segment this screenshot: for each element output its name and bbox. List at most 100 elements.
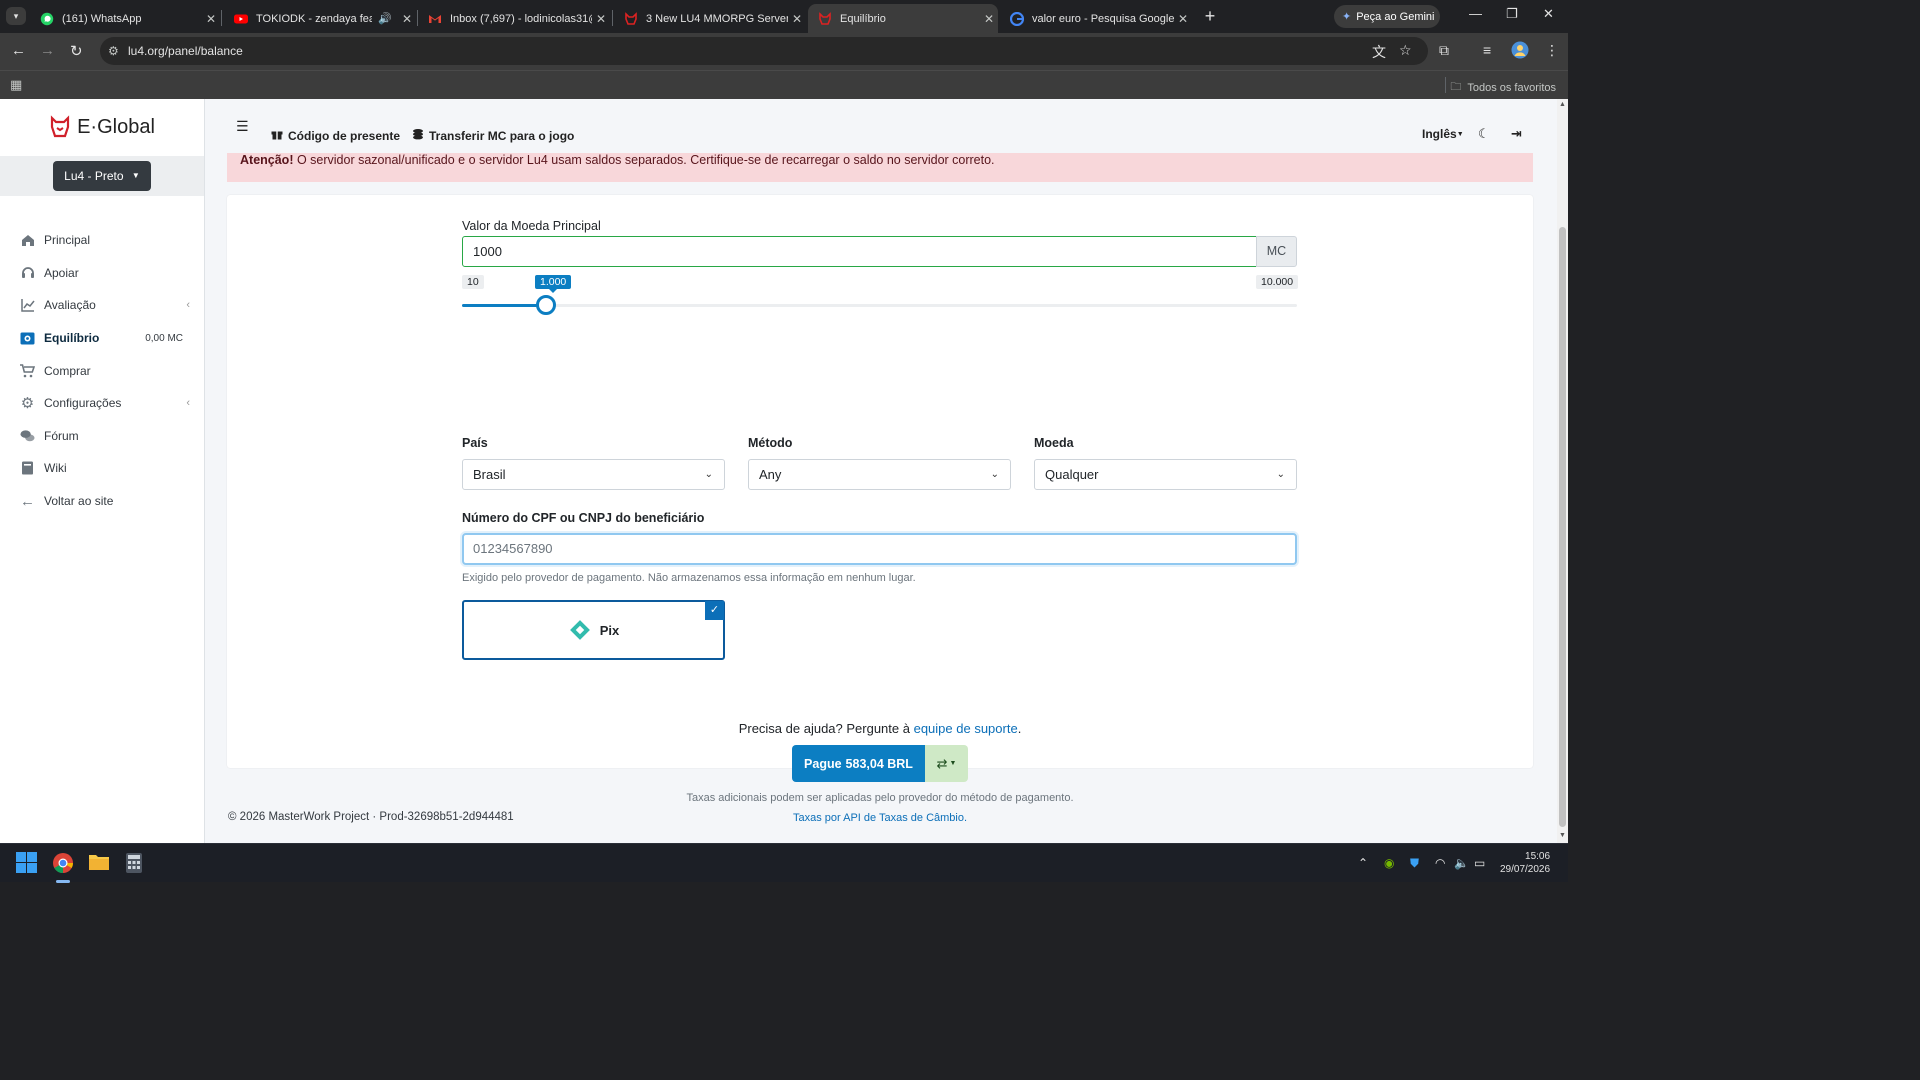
bookmark-star-icon[interactable]: ☆ [1399, 42, 1412, 59]
sidebar-item-apoiar[interactable]: Apoiar [0, 257, 204, 290]
tab-search-button[interactable]: ▾ [6, 7, 26, 25]
sidebar-item-avaliacao[interactable]: Avaliação ‹ [0, 289, 204, 322]
currency-select[interactable]: Qualquer ⌄ [1034, 459, 1297, 490]
tab-close-icon[interactable]: ✕ [202, 12, 220, 26]
translate-icon[interactable]: 文 [1372, 42, 1386, 62]
logout-icon[interactable]: ⇥ [1511, 126, 1522, 142]
system-clock[interactable]: 15:06 29/07/2026 [1500, 850, 1550, 876]
pix-icon [569, 620, 590, 640]
tab-close-icon[interactable]: ✕ [398, 12, 416, 26]
cpf-help-text: Exigido pelo provedor de pagamento. Não … [462, 572, 916, 584]
sidebar-nav: Principal Apoiar Avaliação ‹ Equilíbrio … [0, 224, 204, 517]
browser-menu-icon[interactable]: ⋮ [1545, 42, 1559, 59]
google-icon [1009, 11, 1025, 26]
pay-button[interactable]: Pague 583,04 BRL [792, 745, 925, 782]
range-current-label: 1.000 [535, 275, 572, 293]
scrollbar-thumb[interactable] [1559, 227, 1566, 827]
new-tab-button[interactable]: + [1200, 6, 1220, 26]
gear-icon: ⚙ [20, 395, 35, 413]
close-window-icon[interactable]: ✕ [1543, 6, 1554, 22]
file-explorer-icon[interactable] [88, 852, 110, 874]
amount-input[interactable]: 1000 [462, 236, 1257, 267]
sidebar-item-equilibrio[interactable]: Equilíbrio 0,00 MC [0, 322, 204, 355]
payment-method-pix[interactable]: Pix ✓ [462, 600, 725, 660]
address-bar[interactable]: ⚙ lu4.org/panel/balance [100, 37, 1428, 65]
tab-close-icon[interactable]: ✕ [788, 12, 806, 26]
tab-close-icon[interactable]: ✕ [1174, 12, 1192, 26]
sidebar-item-principal[interactable]: Principal [0, 224, 204, 257]
support-team-link[interactable]: equipe de suporte [914, 721, 1018, 736]
audio-playing-icon[interactable]: 🔊 [378, 12, 392, 25]
sidebar-item-forum[interactable]: Fórum [0, 420, 204, 453]
minimize-icon[interactable]: — [1469, 6, 1482, 21]
gmail-icon [428, 12, 442, 26]
tab-google[interactable]: valor euro - Pesquisa Google ✕ [1000, 4, 1192, 33]
transfer-mc-link[interactable]: Transferir MC para o jogo [412, 128, 574, 143]
pay-button-group: Pague 583,04 BRL ⇄ ▼ [792, 745, 968, 782]
currency-swap-dropdown[interactable]: ⇄ ▼ [925, 745, 968, 782]
brand-logo-icon [50, 114, 70, 137]
tab-lu4-servers[interactable]: 3 New LU4 MMORPG Servers - ✕ [614, 4, 806, 33]
sidebar-item-wiki[interactable]: Wiki [0, 452, 204, 485]
extensions-icon[interactable]: ⧉ [1439, 42, 1449, 59]
reload-icon[interactable]: ↻ [70, 42, 83, 60]
dark-mode-moon-icon[interactable]: ☾ [1478, 126, 1490, 142]
tab-close-icon[interactable]: ✕ [980, 12, 998, 26]
warning-alert: Atenção! O servidor sazonal/unificado e … [227, 153, 1533, 182]
profile-avatar-icon[interactable] [1511, 41, 1529, 62]
gemini-button[interactable]: ✦ Peça ao Gemini [1334, 5, 1440, 28]
country-select[interactable]: Brasil ⌄ [462, 459, 725, 490]
defender-icon[interactable]: ⛊ [1410, 856, 1419, 871]
back-icon[interactable]: ← [11, 42, 26, 59]
server-selector: Lu4 - Preto ▼ [0, 156, 204, 196]
balance-card: Valor da Moeda Principal 1000 MC 10 1.00… [227, 195, 1533, 824]
chart-line-icon [20, 298, 35, 313]
nvidia-icon[interactable]: ◉ [1384, 856, 1394, 870]
browser-toolbar: ← → ↻ ⚙ lu4.org/panel/balance 文 ☆ ⧉ ≡ ⋮ [0, 33, 1568, 70]
method-select[interactable]: Any ⌄ [748, 459, 1011, 490]
windows-start-icon[interactable] [16, 852, 38, 874]
wifi-icon[interactable]: ◠ [1435, 856, 1445, 870]
tab-youtube[interactable]: TOKIODK - zendaya feat. Sa 🔊 ✕ [224, 4, 416, 33]
tab-whatsapp[interactable]: (161) WhatsApp ✕ [30, 4, 220, 33]
sidebar-item-voltar[interactable]: ← Voltar ao site [0, 485, 204, 518]
chevron-left-icon: ‹ [186, 397, 190, 410]
balance-value: 0,00 MC [145, 332, 183, 344]
tab-equilibrio[interactable]: Equilíbrio ✕ [808, 4, 998, 33]
gift-code-link[interactable]: Código de presente [271, 128, 400, 143]
apps-grid-icon[interactable]: ▦ [10, 77, 22, 93]
battery-icon[interactable]: ▭ [1474, 856, 1485, 870]
browser-tabstrip: ▾ (161) WhatsApp ✕ TOKIODK - zendaya fea… [0, 0, 1568, 33]
wallet-icon [20, 331, 35, 346]
scroll-up-icon[interactable]: ▲ [1559, 101, 1566, 108]
calculator-icon[interactable] [124, 852, 146, 874]
server-dropdown-button[interactable]: Lu4 - Preto ▼ [53, 161, 151, 191]
volume-icon[interactable]: 🔈 [1454, 856, 1469, 870]
language-dropdown[interactable]: Inglês▼ [1422, 127, 1464, 141]
tab-gmail[interactable]: Inbox (7,697) - lodinicolas31@g ✕ [418, 4, 610, 33]
chrome-icon[interactable] [52, 852, 74, 874]
sidebar-item-comprar[interactable]: Comprar [0, 354, 204, 387]
all-bookmarks-button[interactable]: 🗀 Todos os favoritos [1450, 78, 1556, 97]
tab-close-icon[interactable]: ✕ [592, 12, 610, 26]
scroll-down-icon[interactable]: ▼ [1559, 832, 1566, 839]
media-controls-icon[interactable]: ≡ [1483, 42, 1491, 58]
brand[interactable]: E·Global [0, 99, 204, 156]
arrow-left-icon: ← [20, 492, 35, 510]
gemini-sparkle-icon: ✦ [1342, 11, 1352, 23]
forward-icon[interactable]: → [40, 42, 55, 59]
hamburger-menu-icon[interactable]: ☰ [236, 118, 249, 135]
headset-icon [20, 265, 35, 280]
amount-slider-handle[interactable] [535, 295, 556, 315]
windows-taskbar: ⌃ ◉ ⛊ ◠ 🔈 ▭ 15:06 29/07/2026 [0, 843, 1568, 883]
page-scrollbar[interactable]: ▲ ▼ [1557, 99, 1568, 843]
country-label: País [462, 436, 488, 450]
cpf-input[interactable]: 01234567890 [462, 533, 1297, 565]
amount-slider-track[interactable] [462, 304, 1297, 307]
sidebar-item-configuracoes[interactable]: ⚙ Configurações ‹ [0, 387, 204, 420]
site-info-icon[interactable]: ⚙ [108, 44, 119, 58]
book-icon [20, 461, 35, 476]
folder-icon: 🗀 [1450, 81, 1462, 93]
restore-icon[interactable]: ❐ [1506, 6, 1518, 22]
tray-chevron-icon[interactable]: ⌃ [1358, 856, 1368, 870]
